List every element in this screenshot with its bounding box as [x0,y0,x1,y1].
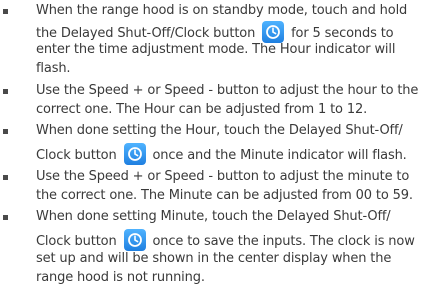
step-line: When done setting the Hour, touch the De… [36,122,403,140]
step-line: When done setting Minute, touch the Dela… [36,208,391,226]
line-text: flash. [36,61,71,76]
line-text: When done setting the Hour, touch the De… [36,123,403,138]
line-text: the correct one. The Minute can be adjus… [36,188,413,203]
step-line: flash. [36,60,71,78]
step-line: correct one. The Hour can be adjusted fr… [36,101,367,119]
step-line: Clock button once and the Minute indicat… [36,143,407,165]
step-line: range hood is not running. [36,269,205,287]
step-line: enter the time adjustment mode. The Hour… [36,41,395,59]
line-text: When the range hood is on standby mode, … [36,3,408,18]
bullet-marker [3,175,8,180]
step-line: set up and will be shown in the center d… [36,250,391,268]
bullet-marker [3,215,8,220]
line-text: Use the Speed + or Speed - button to adj… [36,169,410,184]
bullet-marker [3,9,8,14]
bullet-marker [3,129,8,134]
line-text: for 5 seconds to [287,26,394,41]
line-text: once and the Minute indicator will flash… [148,148,407,163]
clock-icon [123,143,146,165]
line-text: correct one. The Hour can be adjusted fr… [36,102,368,117]
step-line: Use the Speed + or Speed - button to adj… [36,168,409,186]
line-text: enter the time adjustment mode. The Hour… [36,42,396,57]
bullet-marker [3,89,8,94]
step-line: Use the Speed + or Speed - button to adj… [36,82,418,100]
step-line: When the range hood is on standby mode, … [36,2,407,20]
line-text: Clock button [36,148,121,163]
line-text: Clock button [36,234,121,249]
line-text: When done setting Minute, touch the Dela… [36,209,391,224]
clock-icon [262,21,285,43]
line-text: Use the Speed + or Speed - button to adj… [36,83,419,98]
clock-icon [123,229,146,251]
step-line: the correct one. The Minute can be adjus… [36,187,413,205]
step-line: Clock button once to save the inputs. Th… [36,229,415,251]
line-text: range hood is not running. [36,270,205,285]
line-text: the Delayed Shut-Off/Clock button [36,26,260,41]
step-line: the Delayed Shut-Off/Clock button for 5 … [36,21,394,43]
line-text: set up and will be shown in the center d… [36,251,392,266]
line-text: once to save the inputs. The clock is no… [148,234,415,249]
